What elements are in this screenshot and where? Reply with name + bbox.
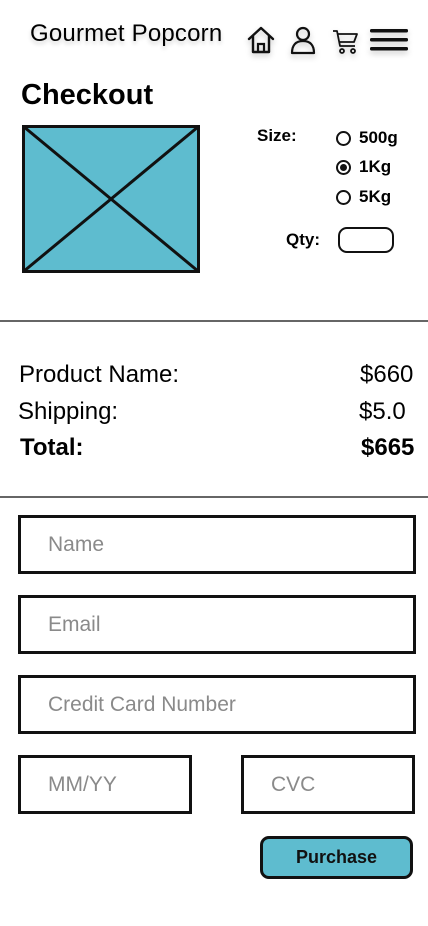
page-title: Checkout (21, 79, 154, 111)
cart-icon[interactable] (330, 26, 360, 56)
size-option-label: 5Kg (359, 187, 392, 206)
radio-button[interactable] (336, 189, 351, 205)
size-option-label: 500g (359, 128, 398, 147)
home-icon[interactable] (245, 24, 277, 56)
total-label: Total: (20, 434, 84, 461)
user-icon[interactable] (288, 24, 318, 56)
size-option-label: 1Kg (359, 157, 392, 176)
expiry-field[interactable] (18, 755, 192, 814)
qty-input[interactable] (338, 227, 394, 253)
size-label: Size: (257, 126, 297, 145)
shipping-price: $5.0 (359, 398, 406, 425)
shipping-label: Shipping: (18, 398, 119, 425)
qty-label: Qty: (286, 230, 320, 249)
product-price: $660 (360, 361, 414, 388)
size-option-500g[interactable]: 500g (336, 128, 398, 148)
divider (0, 320, 428, 322)
email-field[interactable] (18, 595, 416, 654)
product-name-label: Product Name: (19, 361, 180, 388)
total-price: $665 (361, 434, 415, 461)
radio-button-selected[interactable] (336, 159, 351, 175)
cvc-field[interactable] (241, 755, 415, 814)
menu-icon[interactable] (368, 26, 410, 54)
purchase-button[interactable]: Purchase (260, 836, 413, 879)
size-option-5kg[interactable]: 5Kg (336, 187, 391, 207)
product-image (22, 125, 200, 273)
app-title: Gourmet Popcorn (30, 20, 223, 47)
credit-card-field[interactable] (18, 675, 416, 734)
size-option-1kg[interactable]: 1Kg (336, 157, 391, 177)
radio-button[interactable] (336, 130, 351, 146)
name-field[interactable] (18, 515, 416, 574)
divider (0, 496, 428, 498)
